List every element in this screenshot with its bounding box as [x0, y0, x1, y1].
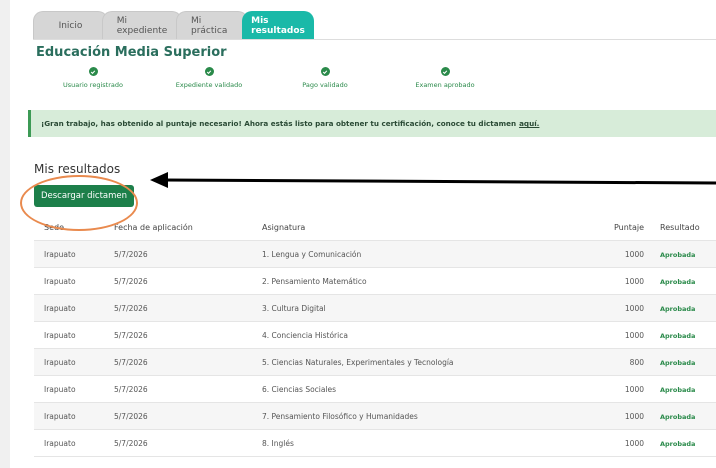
tab-mis-resultados[interactable]: Mis resultados	[242, 11, 314, 39]
cell-puntaje: 1000	[624, 439, 644, 448]
cell-fecha: 5/7/2026	[114, 412, 148, 421]
cell-asignatura: 5. Ciencias Naturales, Experimentales y …	[262, 358, 454, 367]
table-row: Irapuato 5/7/2026 8. Inglés 1000 Aprobada	[34, 430, 716, 457]
tab-mi-practica[interactable]: Mi práctica	[176, 11, 248, 39]
annotation-circle	[20, 175, 138, 231]
cell-asignatura: 3. Cultura Digital	[262, 304, 326, 313]
cell-sede: Irapuato	[44, 385, 76, 394]
annotation-arrow	[150, 172, 716, 188]
step-pago-validado: Pago validado	[270, 67, 380, 89]
cell-puntaje: 1000	[624, 304, 644, 313]
check-icon	[204, 67, 214, 76]
dictamen-link[interactable]: aquí.	[519, 119, 539, 128]
header-resultado: Resultado	[660, 223, 700, 232]
progress-stepper: Usuario registrado Expediente validado P…	[10, 67, 716, 97]
cell-resultado: Aprobada	[660, 439, 696, 448]
cell-asignatura: 7. Pensamiento Filosófico y Humanidades	[262, 412, 418, 421]
cell-asignatura: 4. Conciencia Histórica	[262, 331, 348, 340]
header-asignatura: Asignatura	[262, 223, 306, 232]
cell-puntaje: 800	[629, 358, 644, 367]
table-header: Sede Fecha de aplicación Asignatura Punt…	[34, 214, 716, 241]
check-icon	[320, 67, 330, 76]
page: Inicio Mi expediente Mi práctica Mis res…	[10, 0, 716, 468]
cell-sede: Irapuato	[44, 250, 76, 259]
cell-sede: Irapuato	[44, 439, 76, 448]
cell-fecha: 5/7/2026	[114, 250, 148, 259]
cell-resultado: Aprobada	[660, 250, 696, 259]
cell-fecha: 5/7/2026	[114, 385, 148, 394]
page-title: Educación Media Superior	[36, 45, 227, 60]
cell-fecha: 5/7/2026	[114, 331, 148, 340]
step-label: Usuario registrado	[63, 81, 123, 89]
cell-resultado: Aprobada	[660, 304, 696, 313]
cell-sede: Irapuato	[44, 412, 76, 421]
step-examen-aprobado: Examen aprobado	[390, 67, 500, 89]
step-label: Examen aprobado	[415, 81, 475, 89]
check-icon	[88, 67, 98, 76]
left-margin	[0, 0, 10, 468]
check-icon	[440, 67, 450, 76]
cell-resultado: Aprobada	[660, 331, 696, 340]
step-label: Pago validado	[302, 81, 348, 89]
table-row: Irapuato 5/7/2026 4. Conciencia Histórica 1…	[34, 322, 716, 349]
table-row: Irapuato 5/7/2026 1. Lengua y Comunicación…	[34, 241, 716, 268]
tab-divider	[33, 39, 716, 40]
cell-resultado: Aprobada	[660, 385, 696, 394]
step-expediente-validado: Expediente validado	[154, 67, 264, 89]
table-row: Irapuato 5/7/2026 7. Pensamiento Filosófic…	[34, 403, 716, 430]
cell-resultado: Aprobada	[660, 358, 696, 367]
table-row: Irapuato 5/7/2026 2. Pensamiento Matemátic…	[34, 268, 716, 295]
step-usuario-registrado: Usuario registrado	[38, 67, 148, 89]
header-puntaje: Puntaje	[613, 223, 644, 232]
cell-puntaje: 1000	[624, 385, 644, 394]
cell-puntaje: 1000	[624, 250, 644, 259]
results-title: Mis resultados	[34, 162, 121, 176]
cell-asignatura: 2. Pensamiento Matemático	[262, 277, 367, 286]
cell-fecha: 5/7/2026	[114, 304, 148, 313]
cell-sede: Irapuato	[44, 277, 76, 286]
tab-inicio[interactable]: Inicio	[33, 11, 108, 39]
cell-asignatura: 8. Inglés	[262, 439, 294, 448]
cell-asignatura: 1. Lengua y Comunicación	[262, 250, 362, 259]
table-row: Irapuato 5/7/2026 6. Ciencias Sociales 1000…	[34, 376, 716, 403]
cell-sede: Irapuato	[44, 358, 76, 367]
cell-puntaje: 1000	[624, 277, 644, 286]
cell-resultado: Aprobada	[660, 277, 696, 286]
cell-puntaje: 1000	[624, 412, 644, 421]
cell-fecha: 5/7/2026	[114, 358, 148, 367]
cell-sede: Irapuato	[44, 304, 76, 313]
cell-resultado: Aprobada	[660, 412, 696, 421]
success-alert: ¡Gran trabajo, has obtenido al puntaje n…	[28, 110, 716, 137]
cell-asignatura: 6. Ciencias Sociales	[262, 385, 337, 394]
alert-text: ¡Gran trabajo, has obtenido al puntaje n…	[41, 119, 517, 128]
cell-puntaje: 1000	[624, 331, 644, 340]
tab-bar: Inicio Mi expediente Mi práctica Mis res…	[33, 11, 314, 39]
cell-fecha: 5/7/2026	[114, 439, 148, 448]
step-label: Expediente validado	[175, 81, 243, 89]
results-table: Sede Fecha de aplicación Asignatura Punt…	[34, 214, 716, 457]
cell-sede: Irapuato	[44, 331, 76, 340]
cell-fecha: 5/7/2026	[114, 277, 148, 286]
table-row: Irapuato 5/7/2026 3. Cultura Digital 1000 Ap…	[34, 295, 716, 322]
tab-mi-expediente[interactable]: Mi expediente	[102, 11, 182, 39]
table-row: Irapuato 5/7/2026 5. Ciencias Naturales, E…	[34, 349, 716, 376]
